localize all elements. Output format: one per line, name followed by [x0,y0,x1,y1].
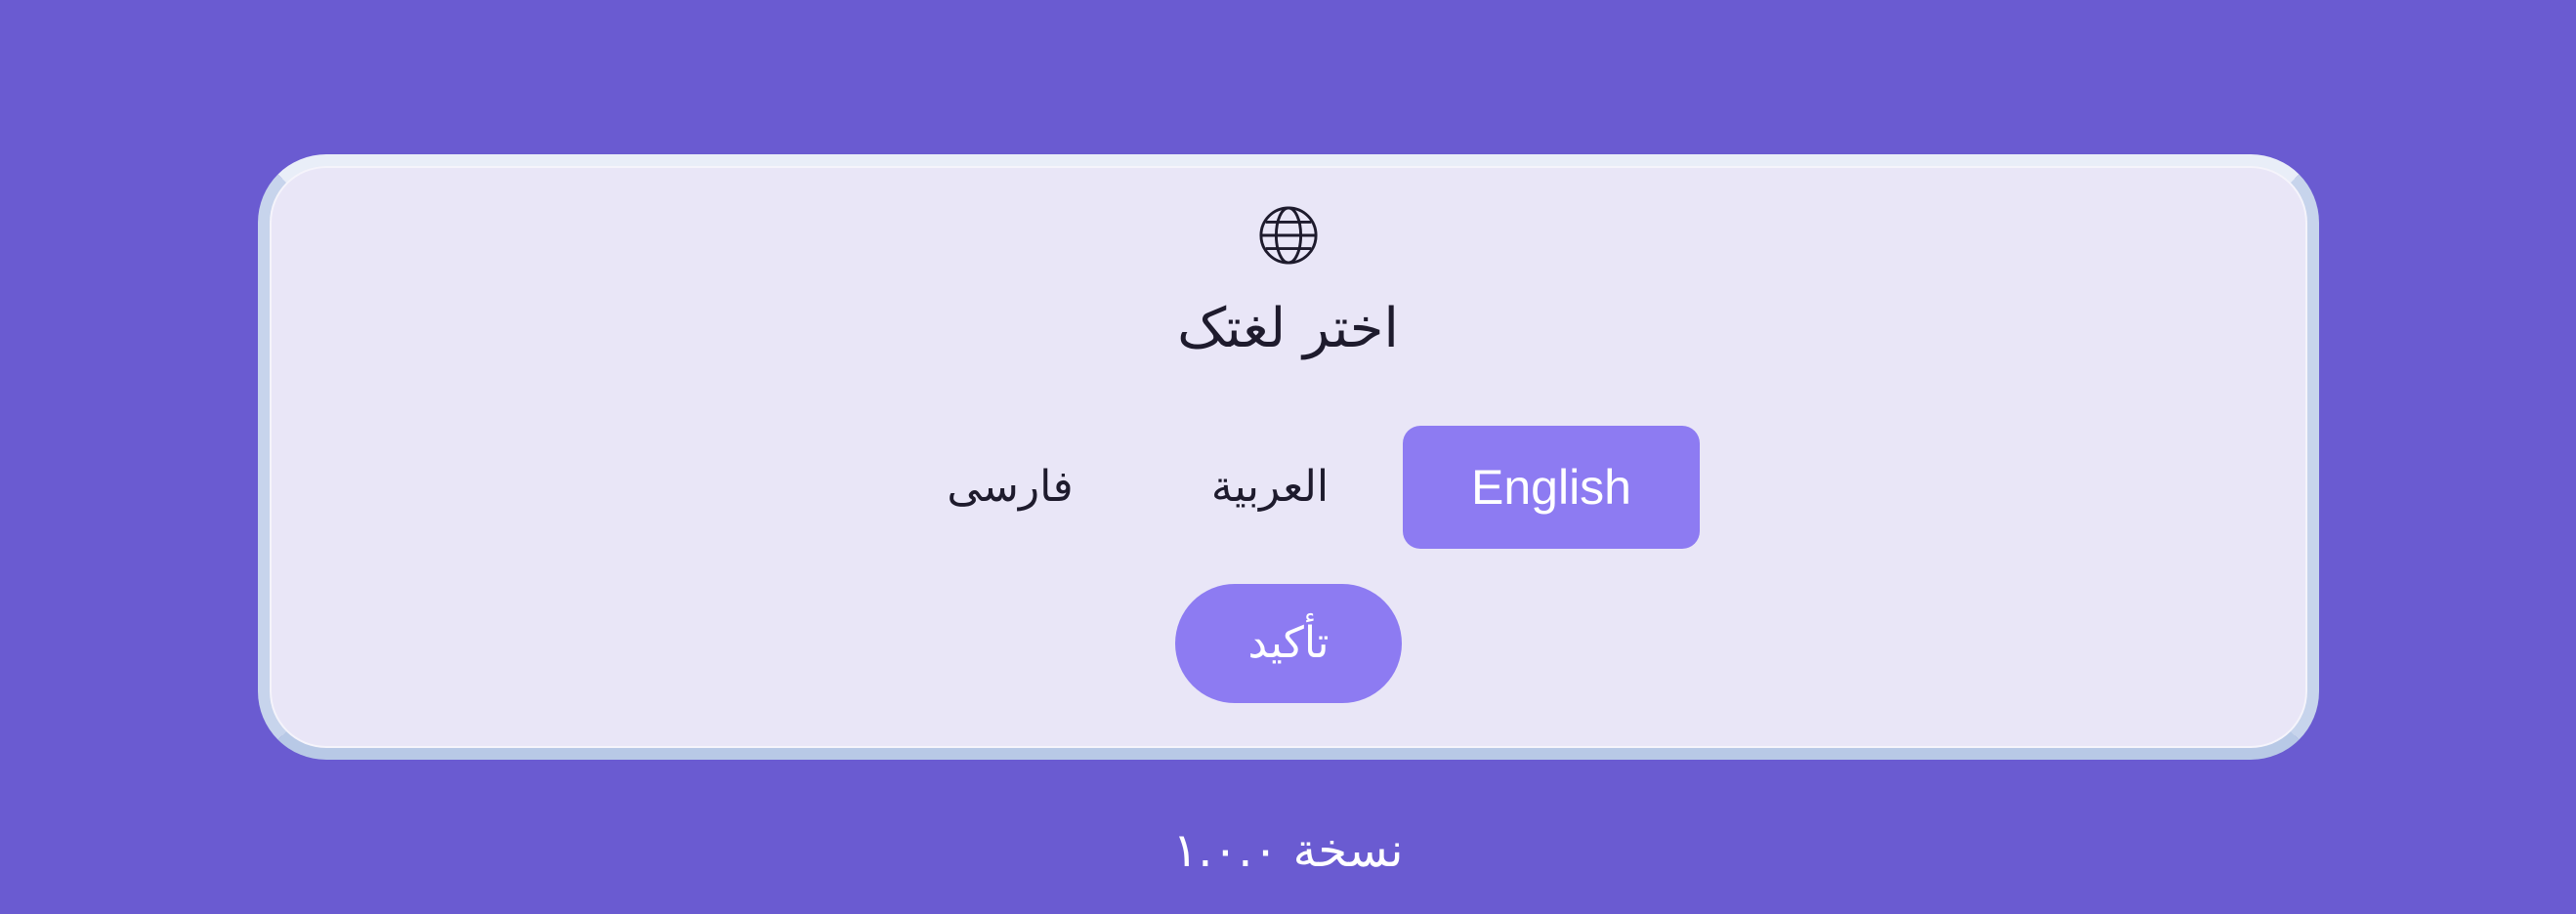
language-options: English العربية فارسی [0,426,2576,549]
language-option-english[interactable]: English [1403,426,1700,549]
language-option-farsi[interactable]: فارسی [922,426,1098,549]
dialog-title: اختر لغتک [1177,297,1399,360]
version-label: نسخة ١.٠.٠ [1172,823,1404,878]
globe-icon [1259,206,1318,265]
language-option-arabic[interactable]: العربية [1182,426,1358,549]
confirm-button[interactable]: تأکید [1175,584,1402,703]
